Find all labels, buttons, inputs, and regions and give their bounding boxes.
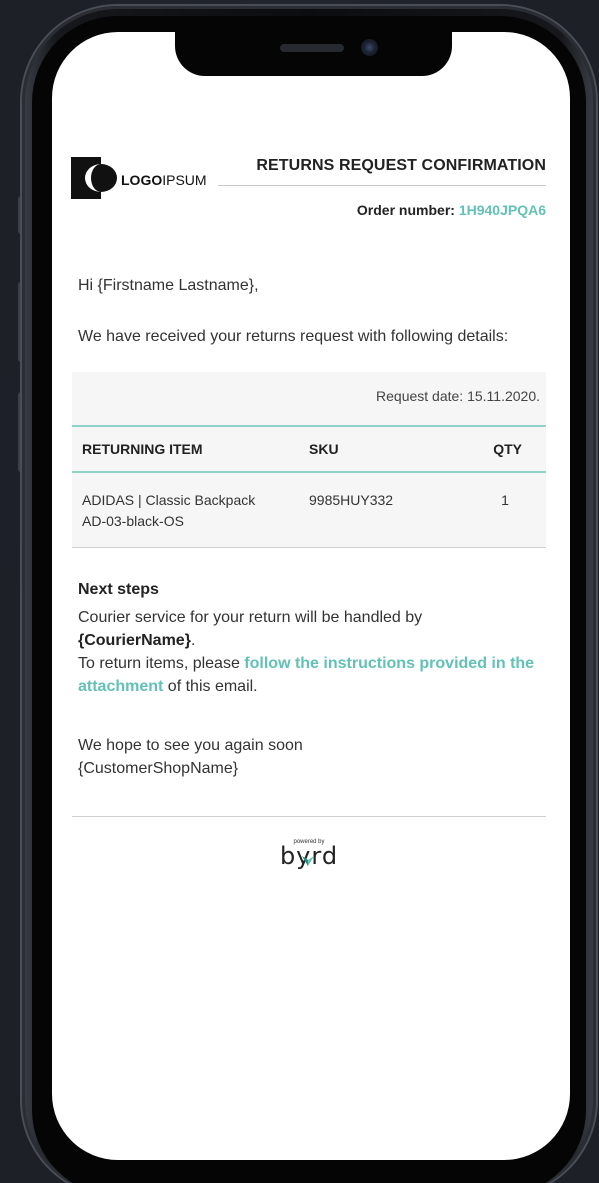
header-divider <box>218 185 546 186</box>
column-header-sku: SKU <box>309 441 339 457</box>
table-bottom-rule <box>72 547 546 548</box>
column-header-qty: QTY <box>493 441 522 457</box>
table-row-item: ADIDAS | Classic Backpack AD-03-black-OS <box>82 490 292 532</box>
email-content: LOGOIPSUM RETURNS REQUEST CONFIRMATION O… <box>0 0 599 1183</box>
table-header-bottom-rule <box>72 471 546 473</box>
courier-name-line: {CourierName}. <box>78 629 538 652</box>
next-steps-body: Courier service for your return will be … <box>78 606 538 698</box>
order-number-value: 1H940JPQA6 <box>458 202 546 218</box>
logo-light-text: IPSUM <box>162 172 207 188</box>
order-number-line: Order number: 1H940JPQA6 <box>218 202 546 218</box>
brand-logo[interactable]: LOGOIPSUM <box>71 157 207 199</box>
logo-mark-icon <box>71 157 117 199</box>
next-steps-title: Next steps <box>78 581 159 598</box>
item-name: ADIDAS | Classic Backpack <box>82 492 256 508</box>
request-date: Request date: 15.11.2020. <box>376 388 540 404</box>
byrd-bird-icon <box>302 856 314 866</box>
logo-bold-text: LOGO <box>121 172 163 188</box>
shop-name: {CustomerShopName} <box>78 760 239 777</box>
order-number-label: Order number: <box>356 202 455 218</box>
table-header-top-rule <box>72 425 546 427</box>
closing-line: We hope to see you again soon <box>78 737 303 754</box>
courier-suffix: . <box>190 632 196 649</box>
instructions-suffix: of this email. <box>163 678 258 695</box>
closing-text: We hope to see you again soon {CustomerS… <box>78 734 303 780</box>
logo-wordmark: LOGOIPSUM <box>121 172 207 188</box>
instructions-line: To return items, please follow the instr… <box>78 652 538 698</box>
table-row-sku: 9985HUY332 <box>309 492 394 508</box>
stage: LOGOIPSUM RETURNS REQUEST CONFIRMATION O… <box>0 0 599 1183</box>
next-steps-courier-line: Courier service for your return will be … <box>78 609 423 626</box>
greeting-text: Hi {Firstname Lastname}, <box>78 277 259 294</box>
courier-name: {CourierName} <box>78 632 191 649</box>
intro-text: We have received your returns request wi… <box>78 328 509 345</box>
table-row-qty: 1 <box>501 492 509 508</box>
instructions-prefix: To return items, please <box>78 655 245 672</box>
column-header-item: RETURNING ITEM <box>82 441 203 457</box>
footer-divider <box>72 816 546 817</box>
email-title: RETURNS REQUEST CONFIRMATION <box>256 157 546 174</box>
item-variant: AD-03-black-OS <box>82 513 184 529</box>
